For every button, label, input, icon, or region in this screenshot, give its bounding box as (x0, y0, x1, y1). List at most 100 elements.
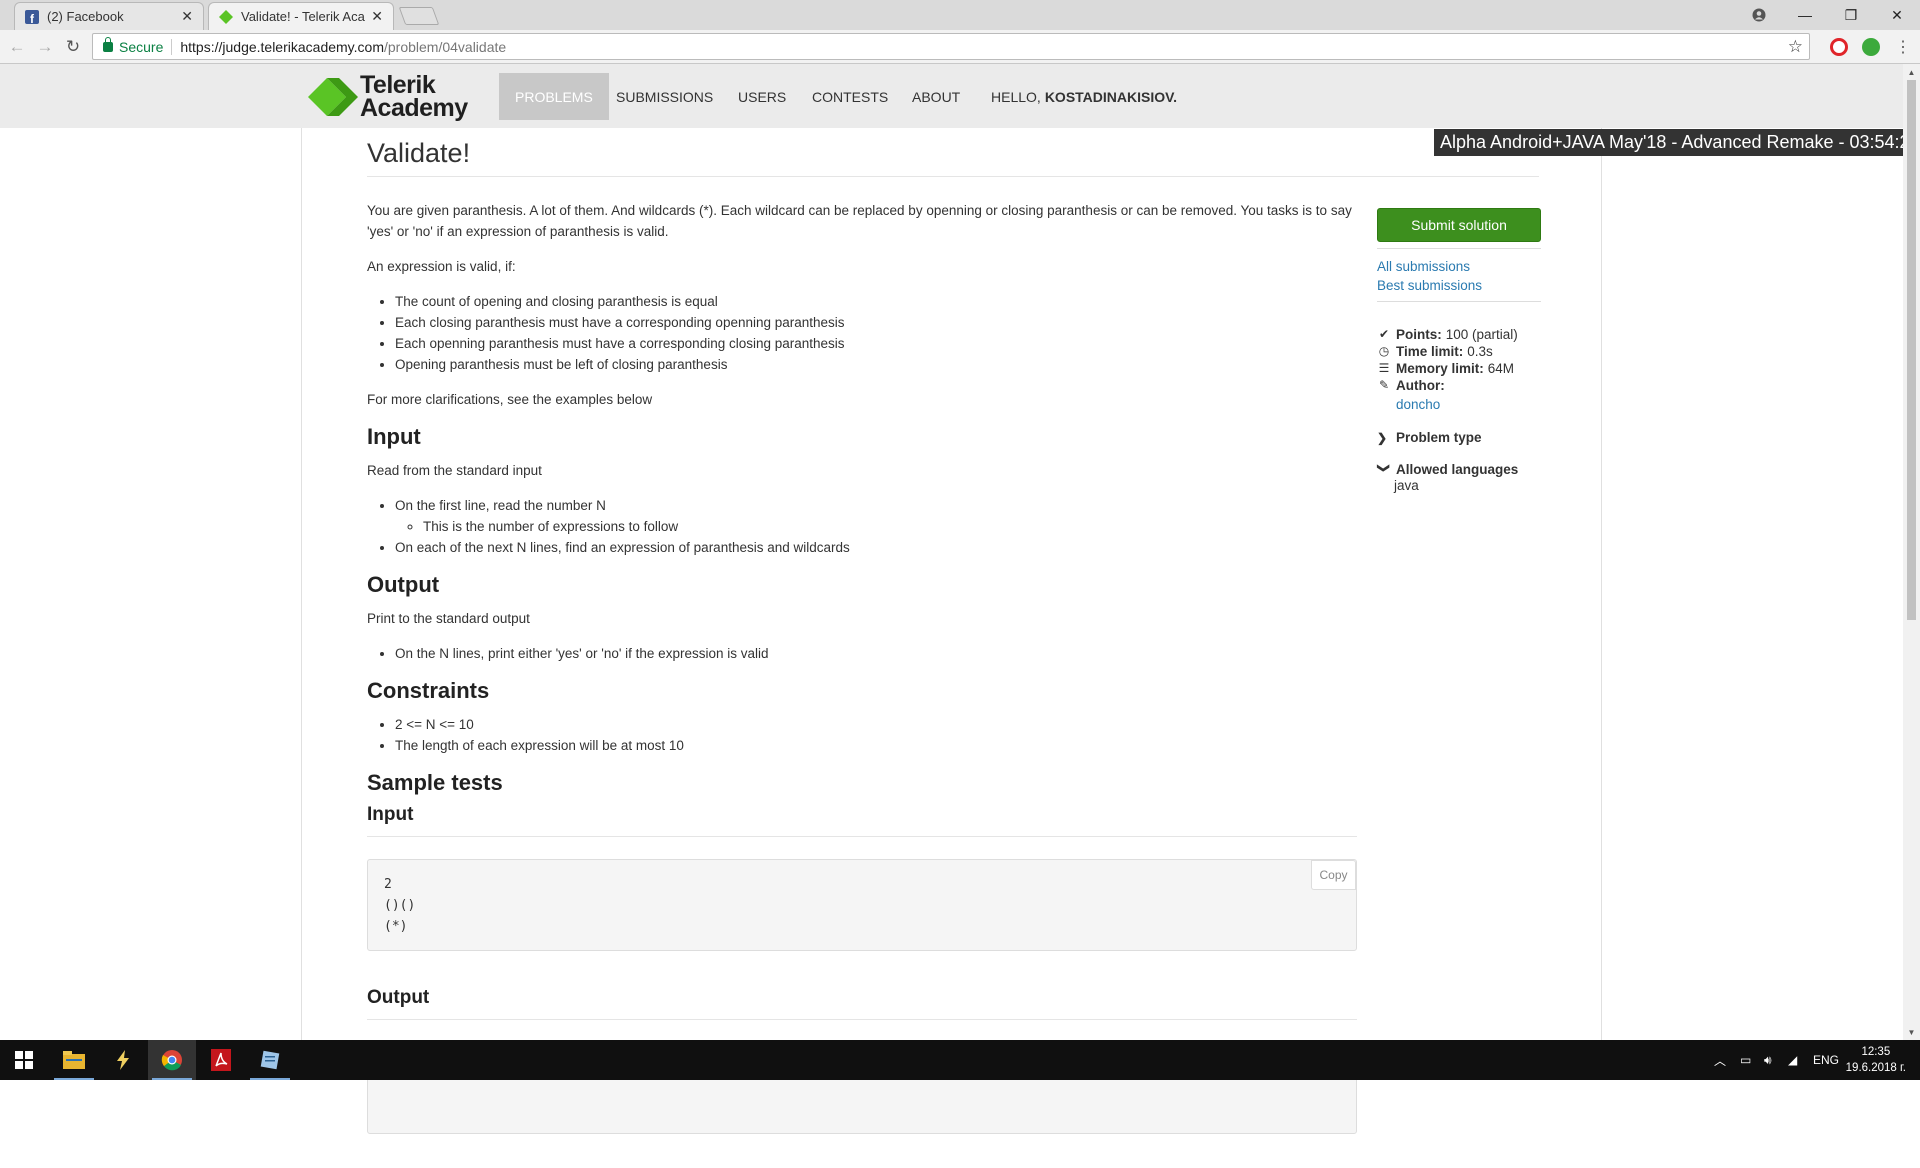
scroll-down-arrow-icon[interactable]: ▼ (1903, 1024, 1920, 1040)
restore-button[interactable]: ❐ (1828, 0, 1874, 30)
acrobat-icon[interactable] (197, 1040, 245, 1080)
list-item: Each closing paranthesis must have a cor… (395, 312, 1357, 333)
site-header: Telerik Academy PROBLEMS SUBMISSIONS USE… (0, 64, 1903, 128)
list-item: Opening paranthesis must be left of clos… (395, 354, 1357, 375)
list-item: 2 <= N <= 10 (395, 714, 1357, 735)
telerik-academy-logo[interactable]: Telerik Academy (308, 71, 473, 122)
output-list: On the N lines, print either 'yes' or 'n… (395, 643, 1357, 664)
contest-timer-banner: Alpha Android+JAVA May'18 - Advanced Rem… (1434, 129, 1920, 156)
bookmark-star-icon[interactable]: ☆ (1788, 37, 1803, 57)
memory-limit-label: Memory limit: (1396, 361, 1484, 376)
windows-taskbar: ︿ ▭ 🔊︎ ◢ ENG 12:35 19.6.2018 г. (0, 1040, 1920, 1080)
nav-submissions[interactable]: SUBMISSIONS (600, 73, 729, 120)
input-language[interactable]: ENG (1813, 1040, 1839, 1080)
divider (1377, 248, 1541, 249)
green-extension-icon[interactable] (1862, 38, 1880, 56)
chevron-right-icon: ❯ (1377, 430, 1388, 445)
tab-label: (2) Facebook (47, 9, 124, 24)
volume-icon[interactable]: 🔊︎ (1764, 1040, 1772, 1080)
title-divider (367, 176, 1539, 177)
list-item: On the first line, read the number N Thi… (395, 495, 1357, 537)
points-label: Points: (1396, 327, 1442, 342)
submit-solution-button[interactable]: Submit solution (1377, 208, 1541, 242)
sample-output-heading: Output (367, 987, 430, 1008)
scroll-up-arrow-icon[interactable]: ▲ (1903, 64, 1920, 80)
logo-text: Telerik Academy (360, 71, 468, 122)
problem-type-toggle[interactable]: ❯ Problem type (1377, 430, 1541, 445)
nav-problems[interactable]: PROBLEMS (499, 73, 609, 120)
intro-text: You are given paranthesis. A lot of them… (367, 203, 1352, 239)
opera-extension-icon[interactable] (1830, 38, 1848, 56)
author-link[interactable]: doncho (1377, 396, 1541, 413)
sample-input-heading: Input (367, 804, 414, 825)
forward-button[interactable]: → (34, 36, 56, 58)
page-scrollbar[interactable]: ▲ ▼ (1903, 64, 1920, 1040)
output-heading: Output (367, 572, 440, 597)
address-bar[interactable]: Secure https://judge.telerikacademy.com /… (92, 33, 1810, 60)
rules-list: The count of opening and closing paranth… (395, 291, 1357, 375)
list-item: The length of each expression will be at… (395, 735, 1357, 756)
sample-input-code: 2 ()() (*) Copy (367, 859, 1357, 951)
sample-tests-heading: Sample tests (367, 770, 503, 795)
facebook-icon: f (25, 9, 39, 24)
divider (1377, 301, 1541, 302)
telerik-logo-icon (308, 78, 358, 116)
tray-expand-icon[interactable]: ︿ (1714, 1040, 1726, 1080)
minimize-button[interactable]: — (1782, 0, 1828, 30)
problem-type-label: Problem type (1396, 430, 1482, 445)
divider (367, 1019, 1357, 1020)
tab-facebook[interactable]: f (2) Facebook ✕ (14, 2, 204, 30)
taskbar-clock[interactable]: 12:35 19.6.2018 г. (1846, 1044, 1906, 1076)
time-limit-label: Time limit: (1396, 344, 1464, 359)
content-container: Validate! You are given paranthesis. A l… (301, 128, 1602, 1134)
list-item: This is the number of expressions to fol… (423, 516, 1357, 537)
chevron-down-icon: ❯ (1377, 462, 1391, 473)
menu-icon[interactable]: ⋮ (1892, 36, 1914, 58)
lock-icon (103, 36, 113, 52)
username: KOSTADINAKISIOV. (1044, 88, 1178, 105)
nav-about[interactable]: ABOUT (896, 73, 976, 120)
input-list: On the first line, read the number N Thi… (395, 495, 1357, 558)
user-greeting[interactable]: HELLO, KOSTADINAKISIOV. (975, 73, 1193, 120)
best-submissions-link[interactable]: Best submissions (1377, 276, 1541, 295)
tab-validate[interactable]: Validate! - Telerik Academ ✕ (208, 2, 394, 30)
close-icon[interactable]: ✕ (371, 8, 383, 25)
back-button[interactable]: ← (6, 36, 28, 58)
author-label: Author: (1396, 378, 1445, 393)
problem-meta: ✔ Points: 100 (partial) ◷ Time limit: 0.3s ☰… (1377, 326, 1541, 413)
clock-date: 19.6.2018 г. (1845, 1062, 1906, 1074)
reload-button[interactable]: ↻ (62, 36, 84, 58)
url-host: https://judge.telerikacademy.com (180, 38, 384, 55)
nav-contests[interactable]: CONTESTS (796, 73, 904, 120)
divider (367, 836, 1357, 837)
check-icon: ✔ (1378, 327, 1390, 341)
new-tab-button[interactable] (398, 7, 440, 25)
close-window-button[interactable]: ✕ (1874, 0, 1920, 30)
allowed-languages-toggle[interactable]: ❯ Allowed languages (1377, 462, 1541, 477)
file-explorer-icon[interactable] (50, 1040, 98, 1080)
constraints-list: 2 <= N <= 10 The length of each expressi… (395, 714, 1357, 756)
close-icon[interactable]: ✕ (181, 8, 193, 25)
battery-icon[interactable]: ▭ (1740, 1040, 1751, 1080)
divider (171, 38, 173, 55)
copy-button[interactable]: Copy (1311, 860, 1356, 890)
profile-icon[interactable] (1736, 0, 1782, 30)
memory-icon: ☰ (1378, 361, 1390, 375)
points-value: 100 (partial) (1445, 327, 1518, 342)
problem-sidebar: Submit solution All submissions Best sub… (1377, 208, 1541, 493)
scroll-thumb[interactable] (1907, 80, 1916, 620)
chrome-icon[interactable] (148, 1040, 196, 1080)
clock-time: 12:35 (1861, 1046, 1891, 1058)
allowed-languages-label: Allowed languages (1396, 462, 1519, 477)
list-item: The count of opening and closing paranth… (395, 291, 1357, 312)
all-submissions-link[interactable]: All submissions (1377, 257, 1541, 276)
output-text: Print to the standard output (367, 611, 530, 626)
edit-icon: ✎ (1378, 378, 1390, 392)
network-icon[interactable]: ◢ (1788, 1040, 1797, 1080)
nav-users[interactable]: USERS (722, 73, 802, 120)
app-icon[interactable] (99, 1040, 147, 1080)
notes-app-icon[interactable] (246, 1040, 294, 1080)
browser-tab-bar: f (2) Facebook ✕ Validate! - Telerik Aca… (0, 0, 1920, 30)
browser-toolbar: ← → ↻ Secure https://judge.telerikacadem… (0, 30, 1920, 64)
windows-start-icon[interactable] (0, 1040, 48, 1080)
